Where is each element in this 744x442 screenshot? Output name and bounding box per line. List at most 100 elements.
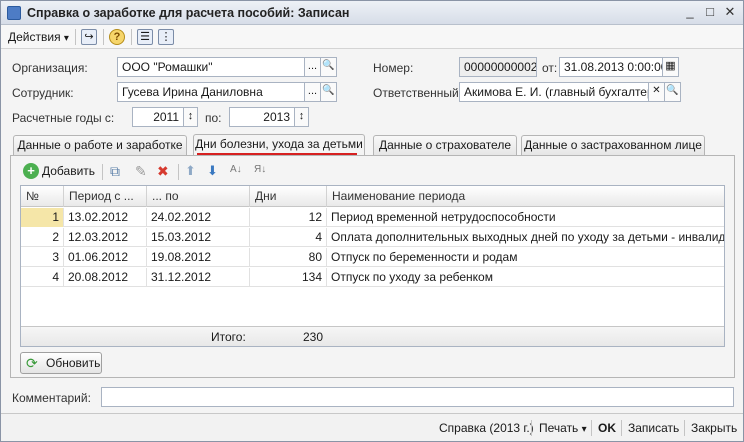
structure-icon[interactable]: ⋮ — [158, 29, 174, 45]
comment-field[interactable] — [101, 387, 734, 407]
move-down-icon[interactable]: ⬇ — [207, 163, 218, 179]
column-header[interactable]: Дни — [250, 186, 327, 207]
actions-menu-label: Действия — [8, 30, 61, 44]
cell-to: 19.08.2012 — [147, 248, 250, 267]
cell-from: 20.08.2012 — [64, 268, 147, 287]
cell-days: 12 — [250, 208, 327, 227]
copy-icon[interactable]: ⧉ — [110, 163, 120, 180]
number-label: Номер: — [373, 61, 414, 75]
edit-icon[interactable]: ✎ — [135, 163, 147, 180]
statusbar-divider — [591, 420, 592, 436]
refresh-icon: ⟳ — [26, 355, 38, 371]
responsible-field[interactable]: Акимова Е. И. (главный бухгалтер) — [459, 82, 649, 102]
cell-period-name: Отпуск по беременности и родам — [331, 250, 518, 264]
add-icon[interactable]: + — [23, 163, 39, 179]
statusbar-divider — [621, 420, 622, 436]
cell-from: 01.06.2012 — [64, 248, 147, 267]
year-from-spinner[interactable]: ↕ — [184, 107, 198, 127]
responsible-label: Ответственный: — [373, 86, 463, 100]
sort-desc-icon[interactable]: Я↓ — [254, 164, 266, 175]
number-field[interactable]: 00000000002 — [459, 57, 537, 77]
employee-label: Сотрудник: — [12, 86, 74, 100]
ok-button[interactable]: OK — [598, 420, 616, 436]
toolbar-divider — [178, 164, 179, 180]
move-up-icon[interactable]: ⬆ — [185, 163, 196, 179]
toolbar-divider — [131, 29, 132, 45]
sort-asc-icon[interactable]: A↓ — [230, 164, 242, 175]
statusbar-divider — [531, 420, 532, 436]
delete-icon[interactable]: ✖ — [157, 163, 169, 180]
cell-number: 3 — [21, 248, 64, 267]
table-row[interactable]: 3 01.06.2012 19.08.2012 80 Отпуск по бер… — [21, 248, 724, 267]
toolbar-divider — [103, 29, 104, 45]
total-value: 230 — [302, 330, 323, 344]
cell-period-name: Период временной нетрудоспособности — [331, 210, 556, 224]
year-to-label: по: — [205, 111, 222, 125]
date-field[interactable]: 31.08.2013 0:00:00 — [559, 57, 663, 77]
main-toolbar: Действия ▾ ↪ ? ☰ ⋮ — [1, 25, 743, 49]
table-row[interactable]: 4 20.08.2012 31.12.2012 134 Отпуск по ух… — [21, 268, 724, 287]
periods-table: № Период с ... ... по Дни Наименование п… — [20, 185, 725, 347]
go-to-icon[interactable]: ↪ — [81, 29, 97, 45]
close-button[interactable]: Закрыть — [691, 420, 737, 436]
window-title: Справка о заработке для расчета пособий:… — [27, 6, 350, 20]
date-label: от: — [542, 61, 558, 75]
toolbar-divider — [75, 29, 76, 45]
year-from-field[interactable]: 2011 — [132, 107, 184, 127]
table-footer: Итого: 230 — [21, 326, 724, 346]
app-icon — [7, 6, 21, 20]
save-button[interactable]: Записать — [628, 420, 679, 436]
search-icon[interactable]: 🔍 — [665, 82, 681, 102]
table-row[interactable]: 1 13.02.2012 24.02.2012 12 Период времен… — [21, 208, 724, 227]
employee-field[interactable]: Гусева Ирина Даниловна — [117, 82, 305, 102]
column-header[interactable]: № — [21, 186, 64, 207]
table-row[interactable]: 2 12.03.2012 15.03.2012 4 Оплата дополни… — [21, 228, 724, 247]
org-label: Организация: — [12, 61, 88, 75]
search-icon[interactable]: 🔍 — [321, 57, 337, 77]
column-header[interactable]: Наименование периода — [327, 186, 724, 207]
cell-to: 15.03.2012 — [147, 228, 250, 247]
tab-insurer[interactable]: Данные о страхователе — [373, 135, 517, 155]
title-bar: Справка о заработке для расчета пособий:… — [1, 1, 743, 25]
cell-number: 4 — [21, 268, 64, 287]
table-header: № Период с ... ... по Дни Наименование п… — [21, 186, 724, 207]
maximize-button[interactable]: □ — [701, 5, 719, 21]
search-icon[interactable]: 🔍 — [321, 82, 337, 102]
cell-to: 31.12.2012 — [147, 268, 250, 287]
column-header[interactable]: ... по — [147, 186, 250, 207]
chevron-down-icon: ▾ — [63, 33, 69, 44]
window: Справка о заработке для расчета пособий:… — [0, 0, 744, 442]
cell-to: 24.02.2012 — [147, 208, 250, 227]
refresh-label: Обновить — [46, 356, 101, 370]
close-window-button[interactable]: ✕ — [721, 5, 739, 21]
employee-select-button[interactable]: ... — [305, 82, 321, 102]
refresh-button[interactable]: ⟳ Обновить — [20, 352, 102, 374]
cell-from: 13.02.2012 — [64, 208, 147, 227]
column-header[interactable]: Период с ... — [64, 186, 147, 207]
org-select-button[interactable]: ... — [305, 57, 321, 77]
help-icon[interactable]: ? — [109, 29, 125, 45]
toolbar-divider — [102, 164, 103, 180]
statusbar-divider — [684, 420, 685, 436]
cell-days: 4 — [250, 228, 327, 247]
comment-label: Комментарий: — [12, 391, 91, 405]
print-form-link[interactable]: Справка (2013 г.) — [439, 420, 534, 436]
actions-menu[interactable]: Действия ▾ — [8, 28, 69, 46]
status-bar: Справка (2013 г.) Печать ▾ OK Записать З… — [1, 413, 743, 441]
tab-insured-person[interactable]: Данные о застрахованном лице — [521, 135, 705, 155]
year-to-field[interactable]: 2013 — [229, 107, 295, 127]
calendar-icon[interactable]: ▦ — [663, 57, 679, 77]
cell-number: 1 — [21, 208, 64, 227]
print-menu[interactable]: Печать ▾ — [539, 420, 587, 436]
total-label: Итого: — [211, 330, 246, 344]
minimize-button[interactable]: _ — [681, 5, 699, 21]
list-view-icon[interactable]: ☰ — [137, 29, 153, 45]
add-button[interactable]: Добавить — [42, 164, 95, 178]
cell-period-name: Оплата дополнительных выходных дней по у… — [331, 230, 724, 244]
clear-icon[interactable]: ✕ — [649, 82, 665, 102]
year-to-spinner[interactable]: ↕ — [295, 107, 309, 127]
org-field[interactable]: ООО "Ромашки" — [117, 57, 305, 77]
cell-number: 2 — [21, 228, 64, 247]
cell-period-name: Отпуск по уходу за ребенком — [331, 270, 493, 284]
tab-work-earnings[interactable]: Данные о работе и заработке — [13, 135, 187, 155]
